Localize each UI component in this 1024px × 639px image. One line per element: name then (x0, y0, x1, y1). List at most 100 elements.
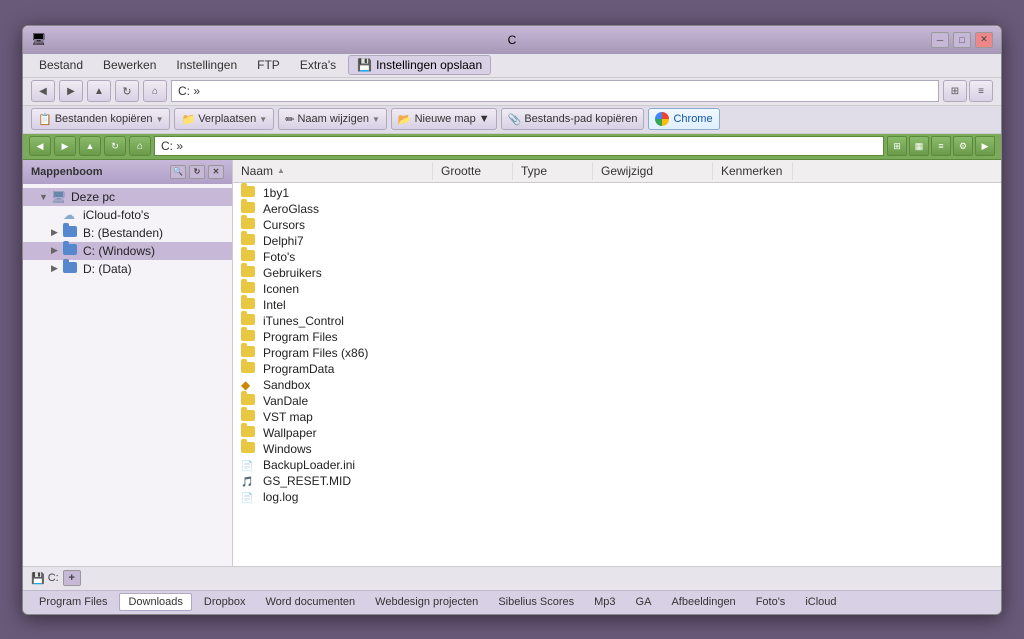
address-bar-green[interactable]: C: » (154, 136, 884, 156)
col-type[interactable]: Type (513, 162, 593, 180)
bookmark-item[interactable]: Mp3 (586, 594, 623, 610)
maximize-button[interactable]: □ (953, 32, 971, 48)
sidebar-item-d-drive[interactable]: ▶ D: (Data) (23, 260, 232, 278)
bookmark-item[interactable]: Word documenten (257, 594, 363, 610)
sidebar-refresh-button[interactable]: ↻ (189, 165, 205, 179)
table-row[interactable]: Windows (233, 441, 1001, 457)
back-button-2[interactable]: ◀ (29, 136, 51, 156)
menu-ftp[interactable]: FTP (249, 56, 288, 74)
table-row[interactable]: 1by1 (233, 185, 1001, 201)
bookmark-item[interactable]: Program Files (31, 594, 115, 610)
chrome-button[interactable]: Chrome (648, 108, 719, 130)
file-name: VST map (263, 410, 447, 424)
verplaatsen-button[interactable]: 📁 Verplaatsen ▼ (174, 108, 274, 130)
sidebar-item-deze-pc[interactable]: ▼ 🖥 Deze pc (23, 188, 232, 206)
naam-wijzigen-button[interactable]: ✏ Naam wijzigen ▼ (278, 108, 387, 130)
sidebar-item-c-drive[interactable]: ▶ C: (Windows) (23, 242, 232, 260)
menu-instellingen[interactable]: Instellingen (168, 56, 245, 74)
file-icon (241, 282, 257, 296)
minimize-button[interactable]: ─ (931, 32, 949, 48)
table-row[interactable]: Foto's (233, 249, 1001, 265)
col-gewijzigd[interactable]: Gewijzigd (593, 162, 713, 180)
file-list: 1by1 AeroGlass Cursors Delphi7 (233, 183, 1001, 566)
home-button[interactable]: ⌂ (143, 80, 167, 102)
file-name: iTunes_Control (263, 314, 447, 328)
up-button-2[interactable]: ▲ (79, 136, 101, 156)
sidebar-item-b-drive[interactable]: ▶ B: (Bestanden) (23, 224, 232, 242)
bookmark-item[interactable]: Dropbox (196, 594, 254, 610)
menu-save-button[interactable]: 💾 Instellingen opslaan (348, 55, 491, 75)
refresh-button[interactable]: ↻ (115, 80, 139, 102)
bestands-pad-button[interactable]: 📎 Bestands-pad kopiëren (501, 108, 645, 130)
file-icon (241, 394, 257, 408)
forward-button-2[interactable]: ▶ (54, 136, 76, 156)
refresh-button-2[interactable]: ↻ (104, 136, 126, 156)
table-row[interactable]: ProgramData (233, 361, 1001, 377)
bookmark-item[interactable]: GA (628, 594, 660, 610)
bookmark-item[interactable]: Sibelius Scores (490, 594, 582, 610)
close-button[interactable]: ✕ (975, 32, 993, 48)
up-button[interactable]: ▲ (87, 80, 111, 102)
bookmark-item[interactable]: Downloads (119, 593, 191, 611)
bestanden-kopieren-button[interactable]: 📋 Bestanden kopiëren ▼ (31, 108, 170, 130)
nav-green[interactable]: ▶ (975, 136, 995, 156)
table-row[interactable]: Gebruikers (233, 265, 1001, 281)
toolbar-actions: 📋 Bestanden kopiëren ▼ 📁 Verplaatsen ▼ ✏… (23, 106, 1001, 134)
file-icon (241, 186, 257, 200)
table-row[interactable]: Cursors (233, 217, 1001, 233)
table-row[interactable]: 📄 BackupLoader.ini (233, 457, 1001, 473)
grid-view-button[interactable]: ⊞ (943, 80, 967, 102)
bookmark-item[interactable]: Webdesign projecten (367, 594, 486, 610)
file-name: Foto's (263, 250, 447, 264)
bookmarks-bar: Program FilesDownloads DropboxWord docume… (23, 590, 1001, 614)
table-row[interactable]: Delphi7 (233, 233, 1001, 249)
col-kenmerken[interactable]: Kenmerken (713, 162, 793, 180)
extra-view-green[interactable]: ⚙ (953, 136, 973, 156)
sidebar-item-icloud[interactable]: ☁ iCloud-foto's (23, 206, 232, 224)
home-button-2[interactable]: ⌂ (129, 136, 151, 156)
bestands-pad-label: Bestands-pad kopiëren (524, 113, 637, 125)
table-row[interactable]: ◆ Sandbox (233, 377, 1001, 393)
table-row[interactable]: 🎵 GS_RESET.MID (233, 473, 1001, 489)
address-bar-top[interactable]: C: » (171, 80, 939, 102)
save-icon: 💾 (357, 58, 372, 72)
verplaatsen-label: Verplaatsen (198, 113, 256, 125)
table-row[interactable]: VanDale (233, 393, 1001, 409)
sidebar: Mappenboom 🔍 ↻ ✕ ▼ 🖥 Deze pc ☁ (23, 160, 233, 566)
sidebar-close-button[interactable]: ✕ (208, 165, 224, 179)
table-row[interactable]: Program Files (x86) (233, 345, 1001, 361)
col-naam[interactable]: Naam ▲ (233, 162, 433, 180)
menu-bewerken[interactable]: Bewerken (95, 56, 164, 74)
bottom-drive-info: 💾 C: (31, 572, 59, 585)
table-row[interactable]: Program Files (233, 329, 1001, 345)
table-row[interactable]: VST map (233, 409, 1001, 425)
chrome-icon (655, 112, 669, 126)
file-name: AeroGlass (263, 202, 447, 216)
toolbar-navigation: ◀ ▶ ▲ ↻ ⌂ C: » ⊞ ≡ (23, 78, 1001, 106)
sidebar-search-button[interactable]: 🔍 (170, 165, 186, 179)
sidebar-label-c-drive: C: (Windows) (83, 244, 155, 258)
table-row[interactable]: 📄 log.log (233, 489, 1001, 505)
table-row[interactable]: AeroGlass (233, 201, 1001, 217)
sidebar-header: Mappenboom 🔍 ↻ ✕ (23, 160, 232, 184)
list-view-button[interactable]: ≡ (969, 80, 993, 102)
table-row[interactable]: Intel (233, 297, 1001, 313)
bookmark-item[interactable]: Foto's (748, 594, 794, 610)
forward-button[interactable]: ▶ (59, 80, 83, 102)
file-icon: 📄 (241, 490, 257, 504)
nieuwe-map-button[interactable]: 📂 Nieuwe map ▼ (391, 108, 497, 130)
detail-view-green[interactable]: ▦ (909, 136, 929, 156)
menu-extras[interactable]: Extra's (292, 56, 344, 74)
table-row[interactable]: iTunes_Control (233, 313, 1001, 329)
menu-bestand[interactable]: Bestand (31, 56, 91, 74)
list-view-green[interactable]: ≡ (931, 136, 951, 156)
add-drive-button[interactable]: + (63, 570, 81, 586)
back-button[interactable]: ◀ (31, 80, 55, 102)
col-grootte[interactable]: Grootte (433, 162, 513, 180)
grid-view-green[interactable]: ⊞ (887, 136, 907, 156)
bookmark-item[interactable]: iCloud (797, 594, 844, 610)
bookmark-item[interactable]: Afbeeldingen (663, 594, 743, 610)
file-icon (241, 314, 257, 328)
table-row[interactable]: Wallpaper (233, 425, 1001, 441)
table-row[interactable]: Iconen (233, 281, 1001, 297)
